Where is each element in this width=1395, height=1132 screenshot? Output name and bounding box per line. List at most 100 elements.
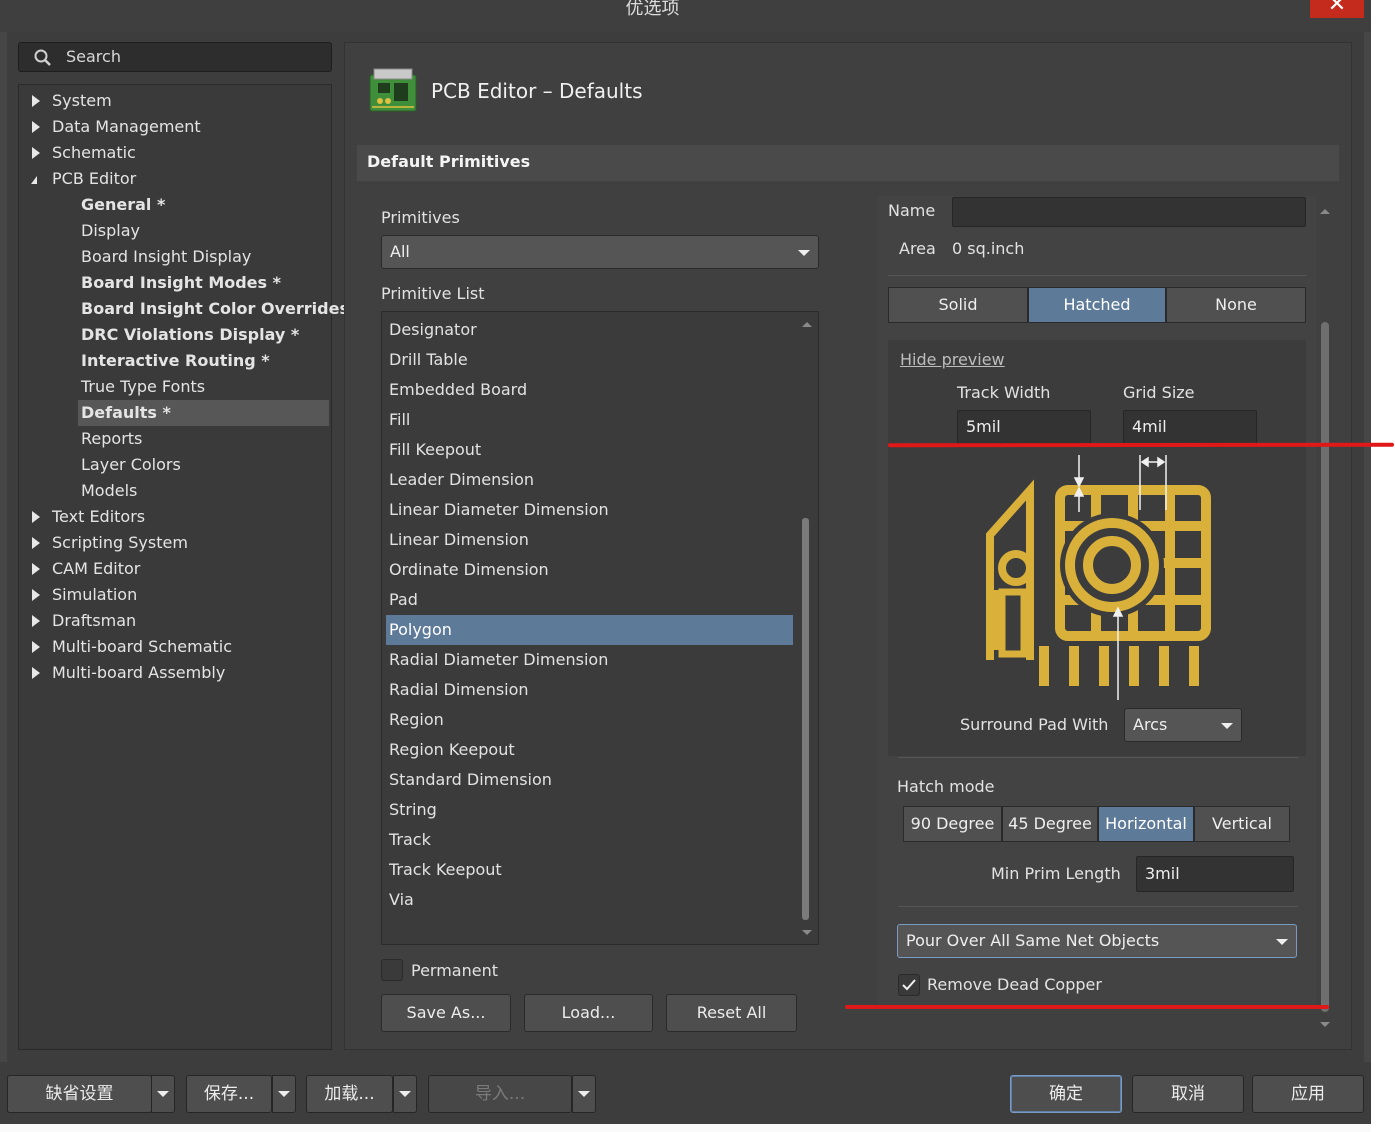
save-menu-button[interactable] <box>272 1075 296 1113</box>
chevron-down-icon <box>578 1091 590 1097</box>
close-icon[interactable]: ✕ <box>1310 0 1364 18</box>
primitive-list-item[interactable]: Radial Dimension <box>386 675 793 705</box>
primitive-list-item[interactable]: Embedded Board <box>386 375 793 405</box>
tree-item[interactable]: Multi-board Schematic <box>52 634 232 660</box>
fill-mode-hatched[interactable]: Hatched <box>1028 287 1166 323</box>
tree-item[interactable]: Board Insight Modes * <box>81 270 281 296</box>
tree-item[interactable]: Display <box>81 218 140 244</box>
defaults-button[interactable]: 缺省设置 <box>7 1075 152 1113</box>
defaults-menu-button[interactable] <box>151 1075 175 1113</box>
scroll-up-icon[interactable] <box>1320 209 1330 214</box>
expand-right-icon[interactable] <box>32 121 40 133</box>
tree-item[interactable]: Board Insight Color Overrides * <box>81 296 363 322</box>
tree-item[interactable]: Schematic <box>52 140 136 166</box>
primitive-list-item[interactable]: Fill <box>386 405 793 435</box>
tree-item[interactable]: Reports <box>81 426 142 452</box>
name-field[interactable] <box>952 197 1306 227</box>
cancel-button[interactable]: 取消 <box>1132 1075 1244 1113</box>
tree-item[interactable]: CAM Editor <box>52 556 140 582</box>
hatch-mode-45-degree[interactable]: 45 Degree <box>1002 806 1098 842</box>
tree-item[interactable]: Text Editors <box>52 504 145 530</box>
expand-right-icon[interactable] <box>32 641 40 653</box>
expand-down-icon[interactable] <box>31 176 37 184</box>
primitive-list-item[interactable]: Fill Keepout <box>386 435 793 465</box>
primitive-list-item[interactable]: Via <box>386 885 793 915</box>
primitive-list-label: Primitive List <box>381 284 485 303</box>
primitive-list-item[interactable]: Track Keepout <box>386 855 793 885</box>
tree-item[interactable]: Draftsman <box>52 608 136 634</box>
expand-right-icon[interactable] <box>32 667 40 679</box>
save-button[interactable]: 保存... <box>186 1075 272 1113</box>
reset-all-button[interactable]: Reset All <box>666 994 797 1032</box>
primitive-list-item[interactable]: Standard Dimension <box>386 765 793 795</box>
tree-item[interactable]: True Type Fonts <box>81 374 205 400</box>
primitive-list-scrollbar[interactable] <box>802 518 809 920</box>
tree-item[interactable]: Data Management <box>52 114 201 140</box>
surround-pad-dropdown[interactable]: Arcs <box>1124 708 1242 742</box>
scroll-down-icon[interactable] <box>802 930 812 935</box>
import-button[interactable]: 导入... <box>428 1075 572 1113</box>
tree-item[interactable]: DRC Violations Display * <box>81 322 299 348</box>
hatch-mode-horizontal[interactable]: Horizontal <box>1098 806 1194 842</box>
primitive-list-item[interactable]: Pad <box>386 585 793 615</box>
primitives-dropdown[interactable]: All <box>381 235 819 269</box>
tree-item[interactable]: Board Insight Display <box>81 244 251 270</box>
grid-size-field[interactable]: 4mil <box>1123 410 1257 444</box>
primitive-list-item[interactable]: Drill Table <box>386 345 793 375</box>
scroll-up-icon[interactable] <box>802 322 812 327</box>
save-as-button[interactable]: Save As... <box>381 994 511 1032</box>
load-settings-button[interactable]: 加载... <box>306 1075 393 1113</box>
tree-item[interactable]: Interactive Routing * <box>81 348 270 374</box>
section-title: Default Primitives <box>367 152 531 171</box>
primitive-list-item[interactable]: Track <box>386 825 793 855</box>
primitive-list-item[interactable]: String <box>386 795 793 825</box>
tree-item[interactable]: Multi-board Assembly <box>52 660 225 686</box>
fill-mode-solid[interactable]: Solid <box>888 287 1028 323</box>
tree-item[interactable]: General * <box>81 192 165 218</box>
primitive-list-item[interactable]: Region <box>386 705 793 735</box>
tree-item[interactable]: Simulation <box>52 582 137 608</box>
expand-right-icon[interactable] <box>32 511 40 523</box>
title-bar: 优选项 ✕ <box>0 0 1371 32</box>
expand-right-icon[interactable] <box>32 563 40 575</box>
expand-right-icon[interactable] <box>32 589 40 601</box>
min-prim-length-field[interactable]: 3mil <box>1136 856 1294 892</box>
search-box[interactable]: Search <box>18 42 332 72</box>
expand-right-icon[interactable] <box>32 537 40 549</box>
hatch-mode-90-degree[interactable]: 90 Degree <box>903 806 1002 842</box>
primitive-list-item[interactable]: Polygon <box>386 615 793 645</box>
primitive-list-item[interactable]: Leader Dimension <box>386 465 793 495</box>
tree-item[interactable]: System <box>52 88 112 114</box>
permanent-checkbox[interactable] <box>381 959 403 981</box>
expand-right-icon[interactable] <box>32 615 40 627</box>
tree-item[interactable]: Layer Colors <box>81 452 181 478</box>
load-button[interactable]: Load... <box>524 994 653 1032</box>
tree-item[interactable]: Models <box>81 478 137 504</box>
expand-right-icon[interactable] <box>32 147 40 159</box>
hatch-mode-vertical[interactable]: Vertical <box>1194 806 1290 842</box>
track-width-field[interactable]: 5mil <box>957 410 1091 444</box>
permanent-label: Permanent <box>411 961 499 980</box>
primitive-list-item[interactable]: Linear Dimension <box>386 525 793 555</box>
expand-right-icon[interactable] <box>32 95 40 107</box>
tree-item[interactable]: PCB Editor <box>52 166 136 192</box>
ok-button[interactable]: 确定 <box>1010 1075 1122 1113</box>
primitive-list-item[interactable]: Region Keepout <box>386 735 793 765</box>
scroll-down-icon[interactable] <box>1320 1022 1330 1027</box>
primitive-list-item[interactable]: Ordinate Dimension <box>386 555 793 585</box>
primitive-list-item[interactable]: Designator <box>386 315 793 345</box>
import-menu-button[interactable] <box>572 1075 596 1113</box>
remove-dead-copper-checkbox[interactable] <box>898 974 920 996</box>
pour-over-dropdown[interactable]: Pour Over All Same Net Objects <box>897 924 1297 958</box>
chevron-down-icon <box>1221 723 1233 729</box>
load-menu-button[interactable] <box>393 1075 417 1113</box>
tree-item[interactable]: Defaults * <box>81 400 171 426</box>
primitive-list-item[interactable]: Radial Diameter Dimension <box>386 645 793 675</box>
fill-mode-none[interactable]: None <box>1166 287 1306 323</box>
hide-preview-link[interactable]: Hide preview <box>900 350 1005 369</box>
search-input[interactable]: Search <box>66 47 121 66</box>
properties-scrollbar[interactable] <box>1321 322 1329 1012</box>
primitive-list-item[interactable]: Linear Diameter Dimension <box>386 495 793 525</box>
tree-item[interactable]: Scripting System <box>52 530 188 556</box>
apply-button[interactable]: 应用 <box>1252 1075 1364 1113</box>
